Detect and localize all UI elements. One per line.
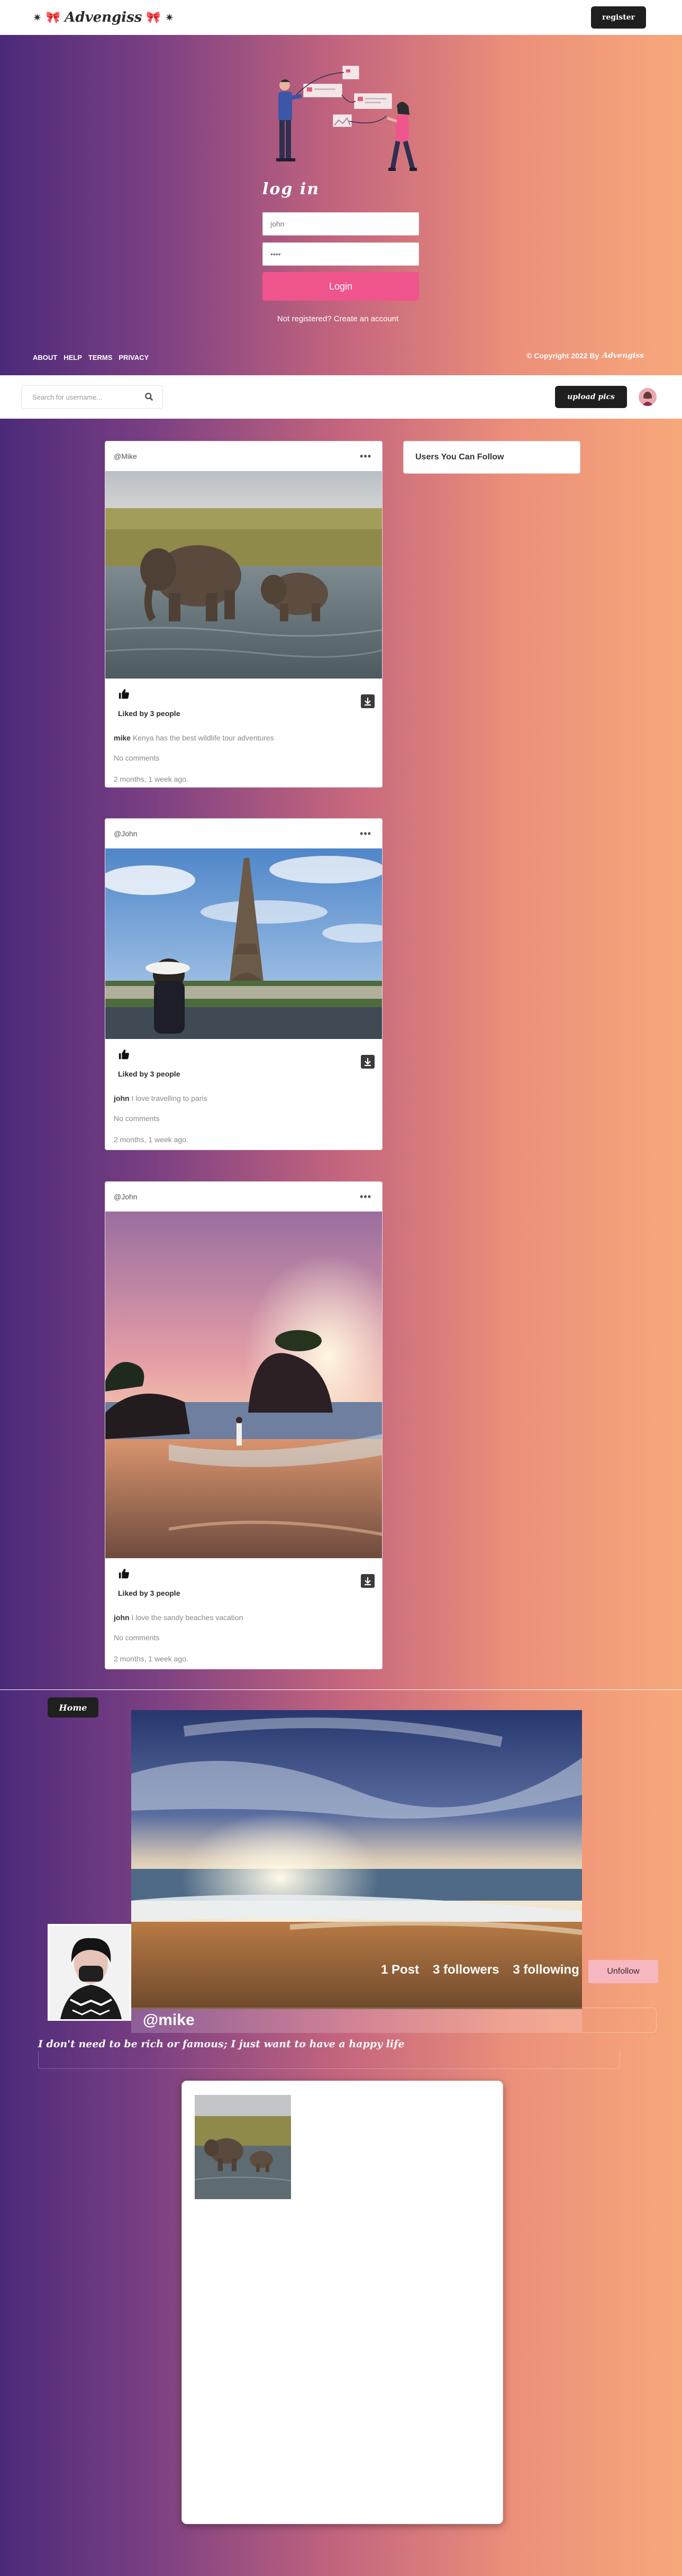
post-image-elephants[interactable] bbox=[105, 471, 383, 679]
create-account-link[interactable]: Not registered? Create an account bbox=[277, 314, 398, 323]
login-section: log in Login Not registered? Create an a… bbox=[0, 35, 682, 375]
copyright: © Copyright 2022 By Advengiss bbox=[526, 351, 644, 360]
post-header: @Mike ••• bbox=[105, 441, 382, 471]
post-card: @John ••• Liked by 3 people john I love … bbox=[105, 1181, 383, 1669]
post-caption: john I love travelling to paris bbox=[105, 1078, 382, 1102]
caption-text: I love travelling to paris bbox=[131, 1094, 207, 1102]
thumbnail-elephants bbox=[195, 2095, 291, 2199]
profile-section: Home 1 Post 3 followers 3 following Unfo… bbox=[0, 1689, 682, 2576]
followers-count[interactable]: 3 followers bbox=[433, 1963, 499, 1977]
brand-name: Advengiss bbox=[65, 10, 142, 25]
likes-count: Liked by 3 people bbox=[118, 709, 180, 718]
search-box bbox=[21, 385, 163, 409]
more-options-icon[interactable]: ••• bbox=[360, 828, 371, 839]
bow-icon: 🎀 bbox=[146, 11, 161, 24]
posts-count: 1 Post bbox=[381, 1963, 420, 1977]
search-icon[interactable] bbox=[144, 392, 154, 402]
profile-stats: 1 Post 3 followers 3 following bbox=[381, 1963, 579, 1977]
caption-username[interactable]: mike bbox=[114, 734, 131, 742]
caption-text: Kenya has the best wildlife tour adventu… bbox=[132, 734, 274, 742]
copyright-brand: Advengiss bbox=[602, 351, 644, 360]
footer-links: ABOUT HELP TERMS PRIVACY bbox=[33, 354, 149, 361]
bow-icon: 🎀 bbox=[46, 11, 61, 24]
avatar[interactable] bbox=[639, 388, 657, 406]
footer-link-terms[interactable]: TERMS bbox=[88, 354, 113, 361]
likes-count: Liked by 3 people bbox=[118, 1589, 180, 1597]
post-actions bbox=[105, 679, 382, 708]
following-count[interactable]: 3 following bbox=[513, 1963, 579, 1977]
search-input[interactable] bbox=[32, 393, 144, 401]
post-image-eiffel[interactable] bbox=[105, 848, 383, 1039]
login-button[interactable]: Login bbox=[262, 272, 419, 301]
profile-avatar[interactable] bbox=[48, 1924, 131, 2021]
footer-link-about[interactable]: ABOUT bbox=[33, 354, 57, 361]
more-options-icon[interactable]: ••• bbox=[360, 451, 371, 462]
user-avatar-image bbox=[639, 388, 657, 406]
more-options-icon[interactable]: ••• bbox=[360, 1191, 371, 1203]
copyright-text: © Copyright 2022 By bbox=[526, 351, 599, 360]
unfollow-button[interactable]: Unfollow bbox=[588, 1960, 658, 1983]
download-icon[interactable] bbox=[361, 694, 375, 708]
register-button[interactable]: register bbox=[591, 6, 646, 29]
upload-pics-button[interactable]: upload pics bbox=[555, 386, 627, 408]
sparkle-icon: ✷ bbox=[165, 12, 174, 24]
comments-status[interactable]: No comments bbox=[105, 742, 382, 762]
post-caption: mike Kenya has the best wildlife tour ad… bbox=[105, 718, 382, 742]
like-icon[interactable] bbox=[118, 688, 130, 700]
likes-count: Liked by 3 people bbox=[118, 1070, 180, 1078]
username-field[interactable] bbox=[262, 212, 419, 236]
like-icon[interactable] bbox=[118, 1568, 130, 1579]
footer-link-privacy[interactable]: PRIVACY bbox=[119, 354, 149, 361]
caption-username[interactable]: john bbox=[114, 1613, 130, 1622]
post-author[interactable]: @Mike bbox=[114, 452, 137, 460]
divider bbox=[582, 2008, 657, 2033]
post-timestamp: 2 months, 1 week ago. bbox=[114, 775, 188, 783]
profile-username: @mike bbox=[143, 2011, 195, 2029]
suggestions-card: Users You Can Follow bbox=[403, 441, 580, 474]
password-field[interactable] bbox=[262, 242, 419, 266]
post-image-beach-sunset[interactable] bbox=[105, 1212, 383, 1558]
post-header: @John ••• bbox=[105, 819, 382, 848]
grid-post-thumbnail[interactable] bbox=[195, 2095, 291, 2199]
feed-section: @Mike ••• Liked by 3 people mike Kenya h… bbox=[0, 419, 682, 1689]
download-icon[interactable] bbox=[361, 1574, 375, 1588]
post-card: @John ••• Liked by 3 people john I love … bbox=[105, 818, 383, 1150]
post-author[interactable]: @John bbox=[114, 1192, 138, 1201]
post-header: @John ••• bbox=[105, 1182, 382, 1212]
main-navbar: upload pics bbox=[0, 375, 682, 419]
post-actions bbox=[105, 1558, 382, 1588]
post-timestamp: 2 months, 1 week ago. bbox=[114, 1655, 188, 1663]
login-title: log in bbox=[262, 180, 320, 198]
profile-bio: I don't need to be rich or famous; I jus… bbox=[38, 2038, 405, 2050]
sparkle-icon: ✷ bbox=[33, 12, 42, 24]
footer-link-help[interactable]: HELP bbox=[63, 354, 82, 361]
home-button[interactable]: Home bbox=[48, 1697, 98, 1718]
profile-username-bar: @mike bbox=[131, 2008, 582, 2033]
comments-status[interactable]: No comments bbox=[105, 1622, 382, 1642]
caption-username[interactable]: john bbox=[114, 1094, 130, 1102]
comments-status[interactable]: No comments bbox=[105, 1102, 382, 1123]
top-header: ✷ 🎀 Advengiss 🎀 ✷ register bbox=[0, 0, 682, 35]
post-caption: john I love the sandy beaches vacation bbox=[105, 1597, 382, 1622]
post-timestamp: 2 months, 1 week ago. bbox=[114, 1135, 188, 1144]
post-card: @Mike ••• Liked by 3 people mike Kenya h… bbox=[105, 441, 383, 788]
brand-logo[interactable]: ✷ 🎀 Advengiss 🎀 ✷ bbox=[33, 10, 174, 25]
divider bbox=[38, 2051, 620, 2069]
like-icon[interactable] bbox=[118, 1049, 130, 1060]
profile-avatar-image bbox=[49, 1926, 130, 2019]
post-author[interactable]: @John bbox=[114, 829, 138, 838]
nav-right: upload pics bbox=[555, 386, 657, 408]
login-illustration bbox=[276, 66, 417, 171]
caption-text: I love the sandy beaches vacation bbox=[131, 1613, 243, 1622]
post-actions bbox=[105, 1039, 382, 1069]
profile-posts-grid bbox=[181, 2081, 503, 2524]
download-icon[interactable] bbox=[361, 1055, 375, 1069]
suggestions-title: Users You Can Follow bbox=[415, 453, 504, 462]
